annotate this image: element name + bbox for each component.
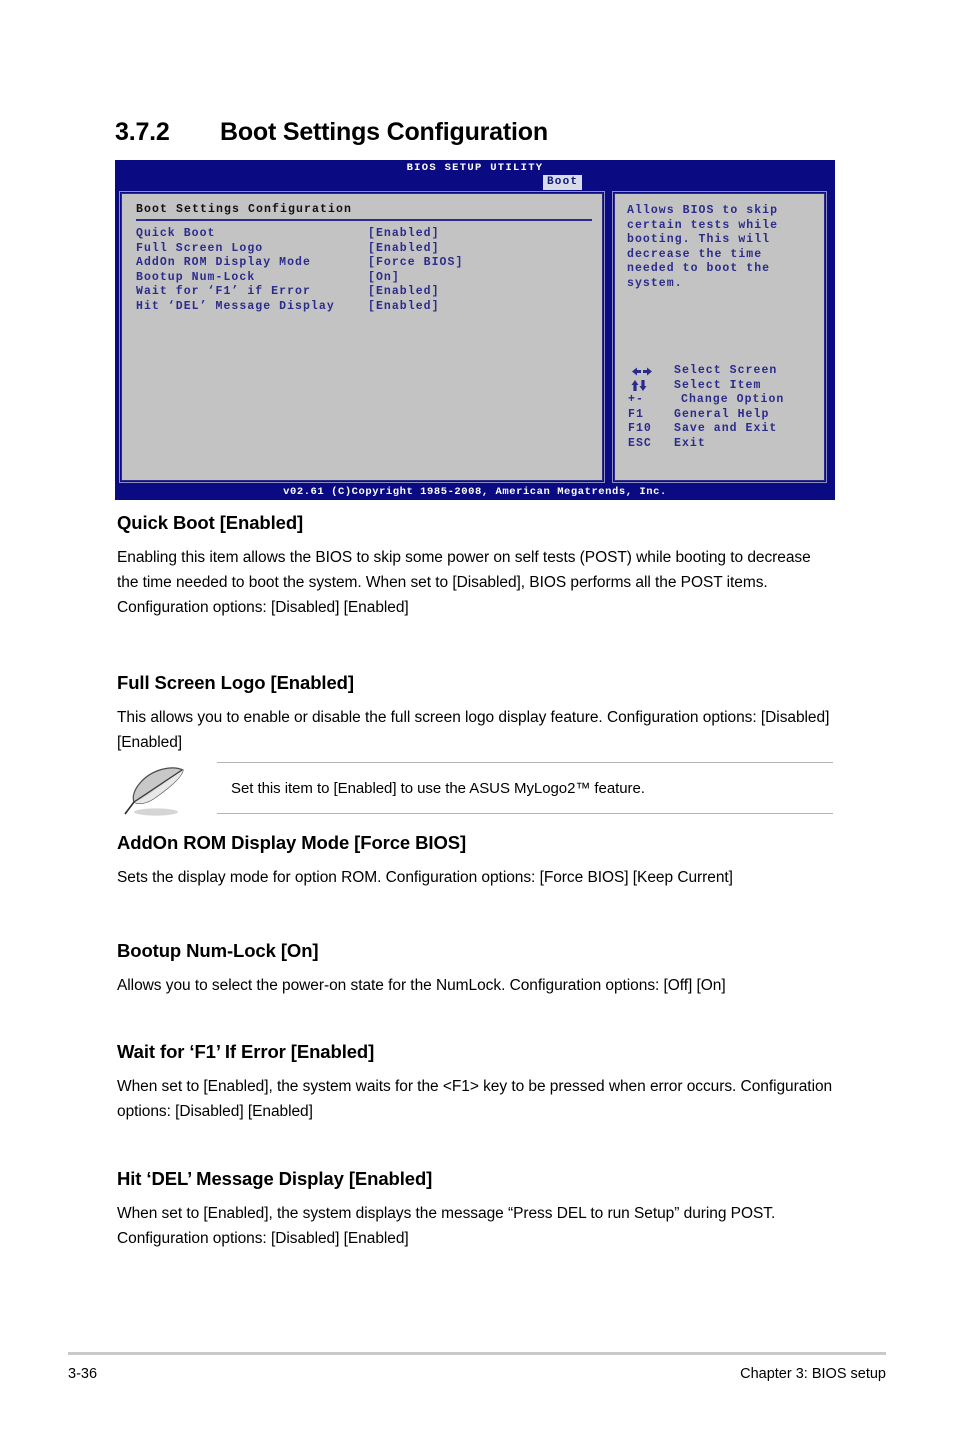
option-value: [Enabled] [368, 227, 440, 240]
bios-options-panel: Boot Settings Configuration Quick Boot [… [119, 191, 605, 483]
item-quick-boot: Quick Boot [Enabled] Enabling this item … [117, 512, 835, 620]
option-label: Full Screen Logo [136, 241, 264, 255]
bios-option-row[interactable]: AddOn ROM Display Mode [Force BIOS] [136, 256, 592, 271]
item-bootup-num-lock: Bootup Num-Lock [On] Allows you to selec… [117, 940, 835, 998]
note-callout: Set this item to [Enabled] to use the AS… [117, 762, 833, 818]
legend-row-change-option: +- Change Option [628, 393, 818, 408]
footer-divider [68, 1352, 886, 1355]
item-addon-rom-display-mode: AddOn ROM Display Mode [Force BIOS] Sets… [117, 832, 835, 890]
option-value: [Enabled] [368, 241, 440, 255]
page-footer: 3-36 Chapter 3: BIOS setup [68, 1366, 886, 1382]
bios-option-row[interactable]: Wait for ‘F1’ if Error [Enabled] [136, 285, 592, 300]
document-page: 3.7.2 Boot Settings Configuration BIOS S… [0, 0, 954, 1438]
item-heading: AddOn ROM Display Mode [Force BIOS] [117, 832, 467, 853]
plus-minus-key: +- [628, 393, 644, 406]
left-right-arrows-icon [628, 366, 674, 377]
option-label: Quick Boot [136, 227, 216, 240]
item-hit-del-message-display: Hit ‘DEL’ Message Display [Enabled] When… [117, 1168, 835, 1251]
up-down-arrows-icon [628, 379, 674, 392]
legend-label: Select Screen [674, 364, 778, 377]
esc-key: ESC [628, 436, 652, 450]
note-body: Set this item to [Enabled] to use the AS… [217, 762, 833, 814]
bios-option-row[interactable]: Hit ‘DEL’ Message Display [Enabled] [136, 300, 592, 315]
legend-row-select-item: Select Item [628, 379, 818, 394]
legend-row-save-and-exit: F10 Save and Exit [628, 422, 818, 437]
item-heading: Hit ‘DEL’ Message Display [Enabled] [117, 1168, 433, 1189]
bios-copyright: v02.61 (C)Copyright 1985-2008, American … [283, 486, 667, 498]
item-paragraph: When set to [Enabled], the system waits … [117, 1078, 833, 1120]
option-label: Wait for ‘F1’ if Error [136, 285, 311, 298]
legend-label: Save and Exit [674, 422, 778, 435]
item-full-screen-logo: Full Screen Logo [Enabled] This allows y… [117, 672, 835, 755]
bios-setup-screenshot: BIOS SETUP UTILITY Boot Boot Settings Co… [115, 160, 835, 500]
option-label: Hit ‘DEL’ Message Display [136, 299, 335, 313]
legend-label: Change Option [681, 393, 785, 406]
bios-option-row[interactable]: Full Screen Logo [Enabled] [136, 242, 592, 257]
legend-label: Select Item [674, 378, 762, 392]
note-text: Set this item to [Enabled] to use the AS… [231, 779, 645, 797]
panel-divider [136, 219, 592, 221]
legend-label: General Help [674, 407, 770, 421]
page-title: Boot Settings Configuration [220, 118, 548, 146]
bios-option-row[interactable]: Quick Boot [Enabled] [136, 227, 592, 242]
bios-help-text: Allows BIOS to skip certain tests while … [627, 204, 779, 290]
legend-row-general-help: F1 General Help [628, 408, 818, 423]
bios-option-list: Quick Boot [Enabled] Full Screen Logo [E… [136, 227, 592, 314]
item-paragraph: Enabling this item allows the BIOS to sk… [117, 549, 811, 616]
item-paragraph: Allows you to select the power-on state … [117, 977, 726, 994]
item-heading: Wait for ‘F1’ If Error [Enabled] [117, 1041, 375, 1062]
bios-panel-title: Boot Settings Configuration [136, 203, 353, 216]
bios-option-row[interactable]: Bootup Num-Lock [On] [136, 271, 592, 286]
bios-key-legend: Select Screen Select Item +- Change Opti… [628, 364, 818, 451]
bios-title: BIOS SETUP UTILITY [406, 162, 544, 174]
chapter-label: Chapter 3: BIOS setup [740, 1366, 886, 1382]
bios-body: Boot Settings Configuration Quick Boot [… [119, 191, 831, 483]
option-label: AddOn ROM Display Mode [136, 256, 311, 269]
legend-row-exit: ESC Exit [628, 437, 818, 452]
legend-label: Exit [674, 436, 706, 450]
bios-help-panel: Allows BIOS to skip certain tests while … [612, 191, 827, 483]
quill-pen-icon [122, 764, 190, 818]
item-paragraph: Sets the display mode for option ROM. Co… [117, 869, 733, 886]
legend-row-select-screen: Select Screen [628, 364, 818, 379]
f10-key: F10 [628, 422, 652, 435]
option-value: [Force BIOS] [368, 256, 464, 269]
item-heading: Full Screen Logo [Enabled] [117, 672, 354, 693]
item-heading: Quick Boot [Enabled] [117, 512, 304, 533]
tab-boot[interactable]: Boot [543, 175, 583, 190]
section-heading: 3.7.2 Boot Settings Configuration [115, 118, 835, 147]
item-paragraph: This allows you to enable or disable the… [117, 709, 830, 751]
section-number: 3.7.2 [115, 118, 170, 146]
option-value: [On] [368, 270, 400, 284]
option-value: [Enabled] [368, 299, 440, 313]
bios-tab-bar: Boot [116, 175, 834, 190]
f1-key: F1 [628, 407, 644, 421]
item-wait-for-f1-if-error: Wait for ‘F1’ If Error [Enabled] When se… [117, 1041, 835, 1124]
page-number: 3-36 [68, 1366, 98, 1382]
option-label: Bootup Num-Lock [136, 270, 256, 284]
option-value: [Enabled] [368, 285, 440, 298]
item-heading: Bootup Num-Lock [On] [117, 940, 319, 961]
item-paragraph: When set to [Enabled], the system displa… [117, 1205, 776, 1247]
